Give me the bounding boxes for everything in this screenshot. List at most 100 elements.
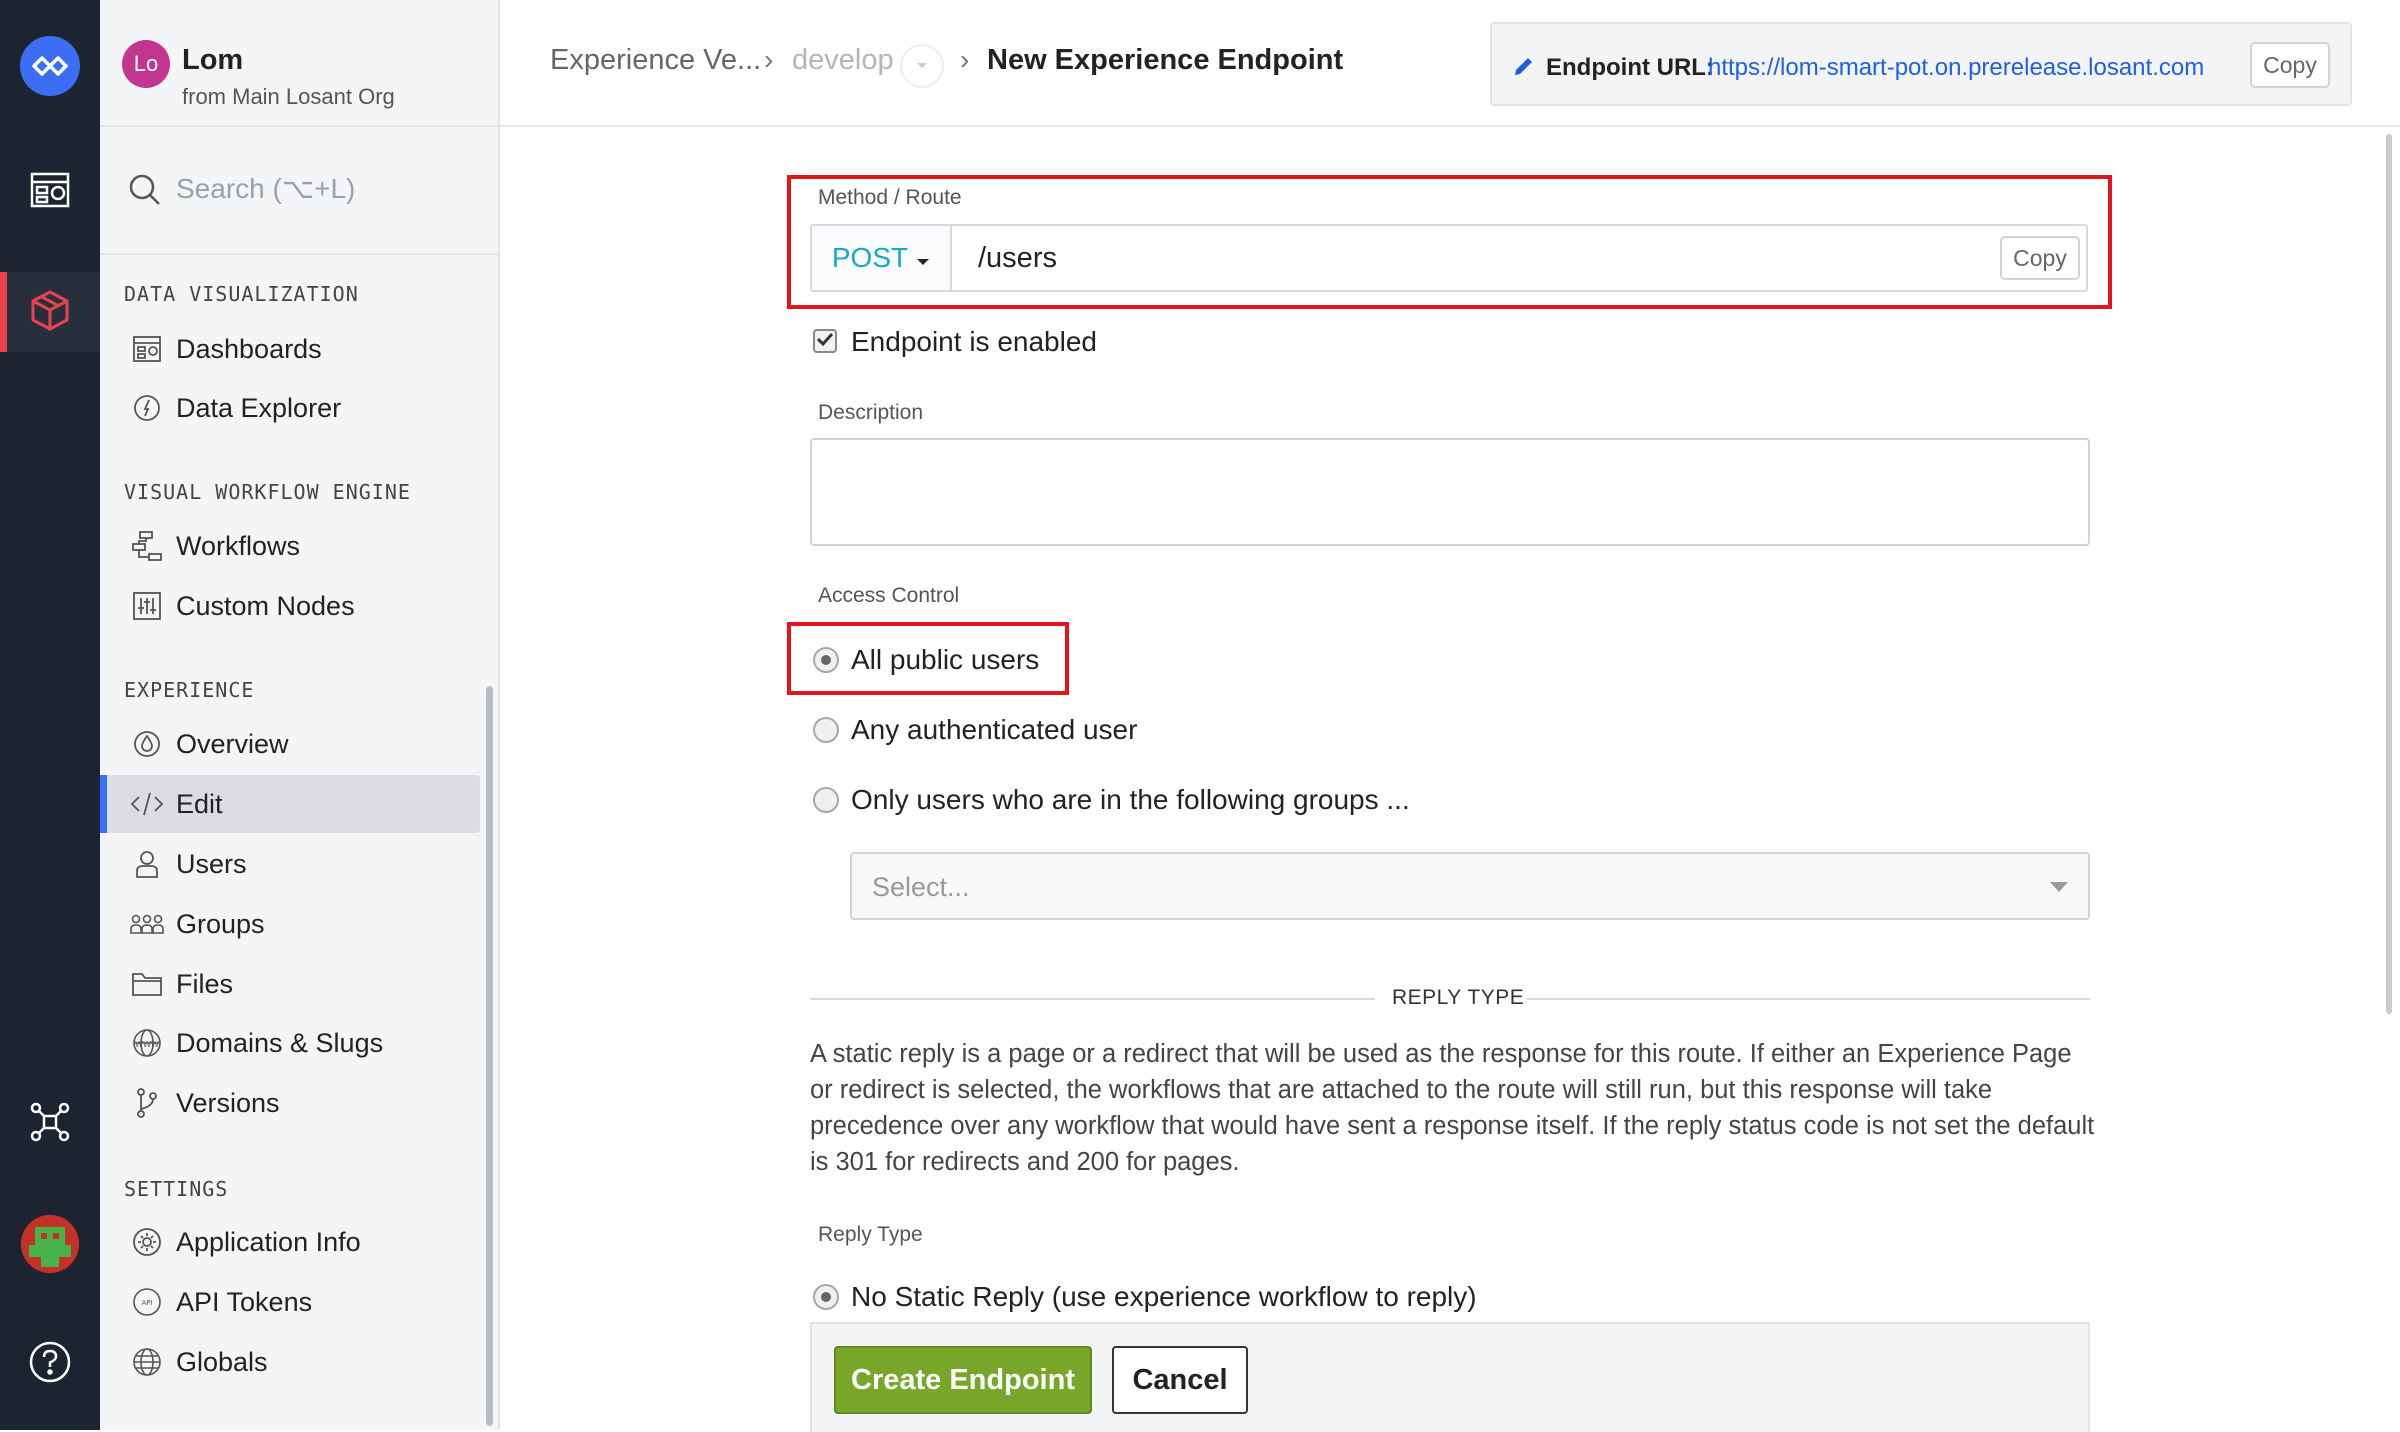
page-scrollbar[interactable] <box>2386 134 2392 1014</box>
network-icon <box>28 1100 72 1149</box>
code-icon <box>130 787 164 821</box>
rail-dashboard-button[interactable] <box>0 152 100 232</box>
access-all-public-radio[interactable] <box>813 647 839 673</box>
sidebar-item-label: Data Explorer <box>176 392 342 423</box>
version-dropdown-button[interactable] <box>900 44 944 88</box>
workflow-icon <box>130 529 164 563</box>
access-groups-radio[interactable] <box>813 787 839 813</box>
sidebar-item-users[interactable]: Users <box>104 835 480 893</box>
sidebar-item-application-info[interactable]: Application Info <box>104 1213 480 1271</box>
description-label: Description <box>818 401 924 424</box>
sidebar-item-data-explorer[interactable]: Data Explorer <box>104 379 480 437</box>
check-icon <box>816 332 834 351</box>
sidebar-item-label: Groups <box>176 908 265 939</box>
org-header[interactable]: Lo Lom from Main Losant Org <box>100 0 498 127</box>
sidebar-item-edit[interactable]: Edit <box>100 775 480 833</box>
endpoint-url-link[interactable]: https://lom-smart-pot.on.prerelease.losa… <box>1708 54 2204 82</box>
sidebar-item-label: Edit <box>176 788 223 819</box>
chevron-down-icon <box>2050 882 2068 892</box>
access-authenticated-radio[interactable] <box>813 717 839 743</box>
reply-type-description: A static reply is a page or a redirect t… <box>810 1040 2095 1176</box>
sidebar-item-label: Versions <box>176 1087 280 1118</box>
section-title-data-visualization: DATA VISUALIZATION <box>124 282 359 306</box>
sidebar-item-api-tokens[interactable]: API API Tokens <box>104 1273 480 1331</box>
breadcrumb-version[interactable]: develop <box>792 44 894 77</box>
sidebar-item-label: API Tokens <box>176 1286 313 1317</box>
globe-icon <box>130 1345 164 1379</box>
rail-applications-button[interactable] <box>0 272 100 352</box>
method-select[interactable]: POST <box>812 226 952 290</box>
gear-icon <box>130 1225 164 1259</box>
search-icon <box>128 173 162 212</box>
breadcrumb-separator-icon: › <box>764 44 774 75</box>
sidebar-item-groups[interactable]: Groups <box>104 895 480 953</box>
sidebar-item-overview[interactable]: Overview <box>104 715 480 773</box>
dashboard-icon <box>30 170 70 215</box>
route-input[interactable] <box>954 226 2084 290</box>
org-name: Lom <box>182 44 244 76</box>
endpoint-enabled-label: Endpoint is enabled <box>851 326 1097 357</box>
reply-no-static-label: No Static Reply (use experience workflow… <box>851 1281 1477 1312</box>
rail-network-button[interactable] <box>0 1084 100 1164</box>
cube-icon <box>29 289 71 336</box>
sidebar-item-dashboards[interactable]: Dashboards <box>104 320 480 378</box>
method-route-group: POST Copy <box>810 224 2088 292</box>
chevron-down-icon <box>915 57 929 75</box>
org-avatar: Lo <box>122 40 170 88</box>
access-all-public-label: All public users <box>851 644 1040 675</box>
access-groups-label: Only users who are in the following grou… <box>851 784 1410 815</box>
divider <box>1527 998 2090 1000</box>
rail-help-button[interactable] <box>0 1324 100 1404</box>
description-textarea[interactable] <box>810 438 2090 546</box>
endpoint-url-box: Endpoint URL: https://lom-smart-pot.on.p… <box>1490 22 2352 106</box>
sidebar-scrollbar[interactable] <box>486 686 493 1426</box>
method-value: POST <box>831 242 909 273</box>
svg-text:API: API <box>141 1299 152 1307</box>
sidebar-item-custom-nodes[interactable]: Custom Nodes <box>104 577 480 635</box>
endpoint-enabled-checkbox[interactable] <box>813 329 837 353</box>
losant-logo-button[interactable] <box>0 26 100 106</box>
search-bar <box>100 127 498 255</box>
drop-icon <box>130 727 164 761</box>
sliders-icon <box>130 589 164 623</box>
losant-logo-icon <box>20 36 80 96</box>
sidebar-item-label: Users <box>176 848 247 879</box>
sidebar-item-versions[interactable]: Versions <box>104 1074 480 1132</box>
sidebar-item-label: Workflows <box>176 530 301 561</box>
reply-type-heading: REPLY TYPE <box>1392 986 1525 1009</box>
icon-rail <box>0 0 100 1430</box>
copy-route-button[interactable]: Copy <box>2000 236 2080 280</box>
sidebar: Lo Lom from Main Losant Org DATA VISUALI… <box>100 0 500 1430</box>
rail-user-avatar-button[interactable] <box>0 1204 100 1284</box>
org-subtitle: from Main Losant Org <box>182 84 395 109</box>
dashboard-icon <box>130 332 164 366</box>
top-header: Experience Ve... › develop › New Experie… <box>500 0 2400 127</box>
search-input[interactable] <box>176 167 476 211</box>
sidebar-item-domains-slugs[interactable]: WWW Domains & Slugs <box>104 1014 480 1072</box>
access-control-label: Access Control <box>818 584 960 607</box>
breadcrumb-separator-icon: › <box>960 44 970 75</box>
copy-url-button[interactable]: Copy <box>2250 42 2330 88</box>
sidebar-item-globals[interactable]: Globals <box>104 1333 480 1391</box>
form-actions: Create Endpoint Cancel <box>810 1322 2090 1432</box>
pencil-icon[interactable] <box>1512 54 1536 83</box>
sidebar-item-workflows[interactable]: Workflows <box>104 517 480 575</box>
cancel-button[interactable]: Cancel <box>1112 1346 1248 1414</box>
create-endpoint-button[interactable]: Create Endpoint <box>834 1346 1092 1414</box>
groups-select[interactable]: Select... <box>850 852 2090 920</box>
page-title: New Experience Endpoint <box>987 44 1344 76</box>
svg-text:WWW: WWW <box>135 1040 159 1049</box>
sidebar-item-label: Files <box>176 968 234 999</box>
breadcrumb-experience-versions[interactable]: Experience Ve... <box>550 44 761 77</box>
section-title-visual-workflow-engine: VISUAL WORKFLOW ENGINE <box>124 480 411 504</box>
section-title-settings: SETTINGS <box>124 1177 229 1201</box>
compass-icon <box>130 391 164 425</box>
help-icon <box>28 1340 72 1389</box>
groups-icon <box>130 907 164 941</box>
sidebar-item-label: Custom Nodes <box>176 590 355 621</box>
sidebar-item-files[interactable]: Files <box>104 955 480 1013</box>
www-icon: WWW <box>130 1026 164 1060</box>
section-title-experience: EXPERIENCE <box>124 678 255 702</box>
sidebar-item-label: Dashboards <box>176 333 322 364</box>
reply-no-static-radio[interactable] <box>813 1284 839 1310</box>
